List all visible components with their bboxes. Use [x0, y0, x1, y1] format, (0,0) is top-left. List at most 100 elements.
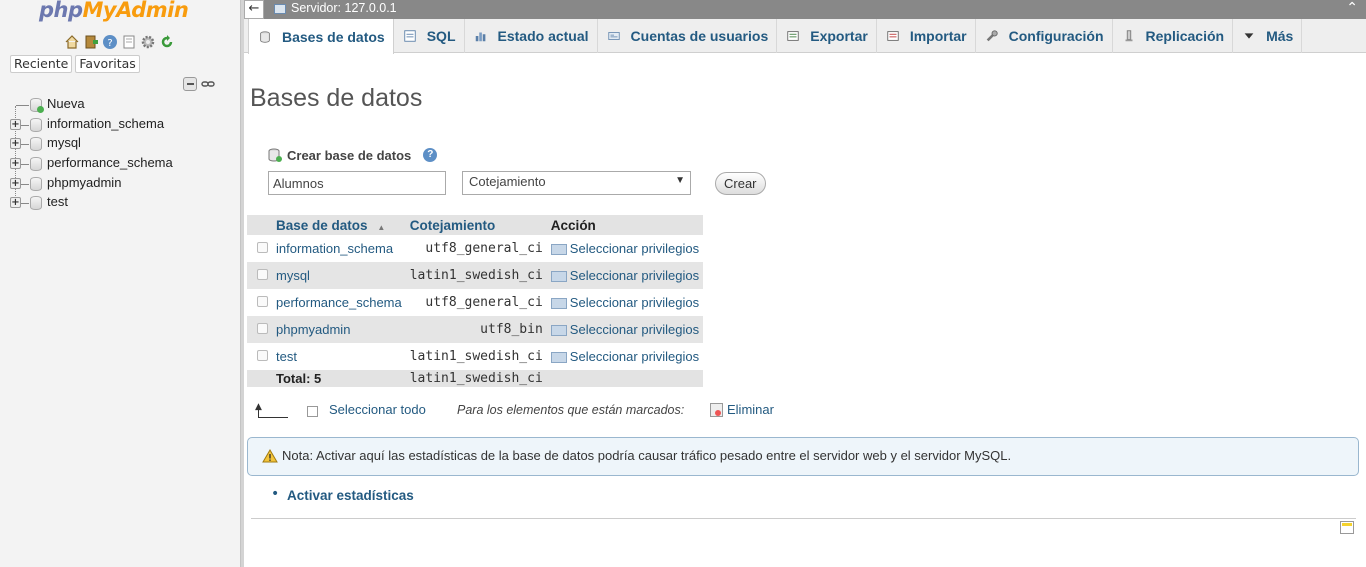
row-checkbox[interactable]	[257, 242, 268, 253]
database-tree: Nueva + information_schema + mysql + per…	[8, 95, 238, 213]
link-icon[interactable]	[201, 77, 215, 91]
nav-tabs: Reciente Favoritas	[10, 55, 140, 73]
table-row: performance_schema utf8_general_ci Selec…	[247, 289, 704, 316]
tab-user-accounts[interactable]: Cuentas de usuarios	[598, 19, 778, 53]
home-icon[interactable]	[64, 34, 80, 50]
navigation-panel: phpMyAdmin ? Reciente Favoritas Nueva + …	[0, 0, 240, 567]
help-icon[interactable]: ?	[102, 34, 118, 50]
bullet: •	[271, 486, 280, 502]
collapse-all-icon[interactable]	[183, 77, 197, 91]
divider	[251, 518, 1356, 519]
create-database-heading: Crear base de datos ?	[267, 147, 438, 163]
svg-text:?: ?	[107, 38, 112, 49]
import-icon	[887, 31, 899, 41]
tab-label: Configuración	[1008, 28, 1104, 44]
select-all-checkbox[interactable]	[307, 406, 318, 417]
wrench-icon	[986, 30, 998, 42]
tab-sql[interactable]: SQL	[394, 19, 465, 53]
tab-settings[interactable]: Configuración	[976, 19, 1113, 53]
tab-databases[interactable]: Bases de datos	[248, 19, 394, 54]
tab-label: Exportar	[810, 28, 868, 44]
server-breadcrumb[interactable]: Servidor: 127.0.0.1	[291, 0, 397, 17]
expand-icon[interactable]: +	[10, 197, 21, 209]
header-collation[interactable]: Cotejamiento	[405, 215, 547, 235]
database-name-link[interactable]: information_schema	[272, 235, 406, 262]
warning-icon	[262, 449, 278, 463]
sql-icon	[404, 30, 416, 42]
chevron-down-icon: ▼	[675, 175, 685, 186]
tree-item-label[interactable]: phpmyadmin	[47, 175, 121, 190]
check-privileges-link[interactable]: Seleccionar privilegios	[546, 316, 704, 343]
settings-icon[interactable]	[140, 34, 156, 50]
tree-item-label[interactable]: information_schema	[47, 116, 164, 131]
select-all-label[interactable]: Seleccionar todo	[329, 402, 426, 417]
database-name-link[interactable]: test	[272, 343, 406, 370]
notice-text: Nota: Activar aquí las estadísticas de l…	[282, 448, 1012, 463]
enable-statistics-link[interactable]: Activar estadísticas	[287, 488, 414, 503]
quick-icons: ?	[64, 34, 175, 50]
new-database-icon	[268, 148, 282, 162]
table-row: test latin1_swedish_ci Seleccionar privi…	[247, 343, 704, 370]
arrow-up-icon: ▲	[255, 402, 288, 418]
tree-item-label[interactable]: test	[47, 194, 68, 209]
exit-icon[interactable]	[83, 34, 99, 50]
header-database-name[interactable]: Base de datos ▲	[272, 215, 406, 235]
database-name-link[interactable]: phpmyadmin	[272, 316, 406, 343]
database-name-link[interactable]: performance_schema	[272, 289, 406, 316]
page-title: Bases de datos	[250, 84, 423, 112]
tree-item-label[interactable]: mysql	[47, 135, 81, 150]
collation-value: utf8_bin	[405, 316, 547, 343]
top-menu: Bases de datos SQL Estado actual Cuentas…	[244, 19, 1366, 54]
tab-recent[interactable]: Reciente	[10, 55, 73, 73]
back-arrow-icon[interactable]: ←	[244, 0, 264, 19]
database-name-link[interactable]: mysql	[272, 262, 406, 289]
tab-more[interactable]: Más	[1233, 19, 1303, 53]
header-checkbox-col	[247, 215, 272, 235]
tree-item-test[interactable]: + test	[8, 193, 238, 213]
help-icon[interactable]: ?	[423, 148, 438, 162]
expand-icon[interactable]: +	[10, 138, 21, 150]
expand-icon[interactable]: +	[10, 158, 21, 170]
expand-icon[interactable]: +	[10, 177, 21, 189]
tree-item-mysql[interactable]: + mysql	[8, 134, 238, 154]
tree-item-information-schema[interactable]: + information_schema	[8, 115, 238, 135]
expand-icon[interactable]: +	[10, 118, 21, 130]
tab-replication[interactable]: Replicación	[1113, 19, 1234, 53]
row-checkbox[interactable]	[257, 296, 268, 307]
tab-favorites[interactable]: Favoritas	[75, 55, 140, 73]
docs-icon[interactable]	[121, 34, 137, 50]
phpmyadmin-logo[interactable]: phpMyAdmin	[39, 0, 189, 22]
create-button[interactable]: Crear	[715, 172, 766, 195]
panel-resizer[interactable]	[240, 0, 244, 567]
privileges-icon	[550, 352, 567, 364]
collation-select[interactable]: Cotejamiento ▼	[462, 171, 691, 195]
tree-item-label[interactable]: performance_schema	[47, 155, 173, 170]
header-action: Acción	[546, 215, 704, 235]
privileges-icon	[550, 298, 567, 310]
tree-controls	[183, 77, 215, 91]
console-icon[interactable]	[1340, 521, 1354, 534]
delete-selected-button[interactable]: Eliminar	[710, 402, 774, 417]
check-privileges-link[interactable]: Seleccionar privilegios	[546, 289, 704, 316]
server-icon	[274, 4, 286, 14]
table-row: phpmyadmin utf8_bin Seleccionar privileg…	[247, 316, 704, 343]
check-privileges-link[interactable]: Seleccionar privilegios	[546, 262, 704, 289]
tree-item-new[interactable]: Nueva	[8, 95, 238, 115]
check-privileges-link[interactable]: Seleccionar privilegios	[546, 343, 704, 370]
row-checkbox[interactable]	[257, 323, 268, 334]
tab-label: Importar	[909, 28, 967, 44]
database-name-input[interactable]	[268, 171, 446, 195]
row-checkbox[interactable]	[257, 350, 268, 361]
reload-icon[interactable]	[159, 34, 175, 50]
tab-status[interactable]: Estado actual	[465, 19, 598, 53]
tab-export[interactable]: Exportar	[777, 19, 877, 53]
database-icon	[30, 157, 42, 172]
tree-item-label[interactable]: Nueva	[47, 96, 85, 111]
row-checkbox[interactable]	[257, 269, 268, 280]
tab-import[interactable]: Importar	[877, 19, 976, 53]
tree-item-performance-schema[interactable]: + performance_schema	[8, 154, 238, 174]
tree-item-phpmyadmin[interactable]: + phpmyadmin	[8, 174, 238, 194]
database-icon	[30, 196, 42, 211]
collapse-icon[interactable]: ⌃	[1346, 1, 1358, 15]
check-privileges-link[interactable]: Seleccionar privilegios	[546, 235, 704, 262]
